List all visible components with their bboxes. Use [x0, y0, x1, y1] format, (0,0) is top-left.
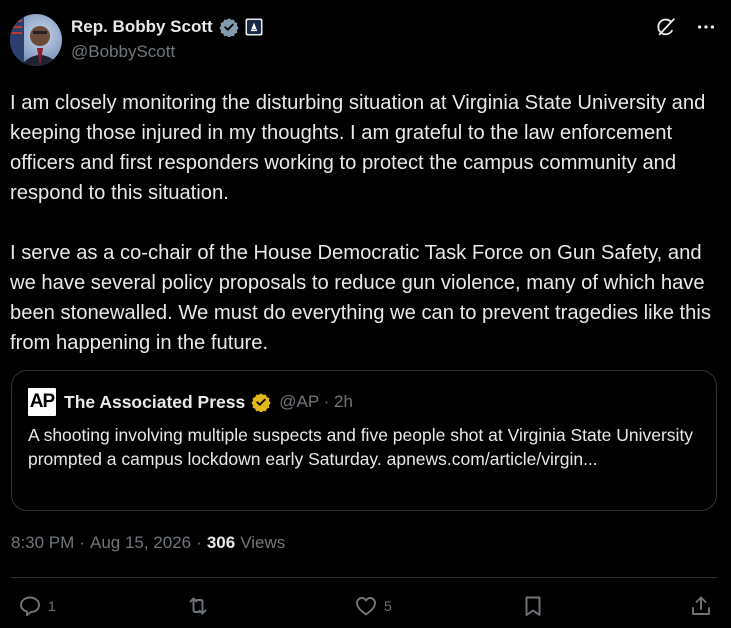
meta-separator: · — [196, 533, 202, 552]
grok-icon[interactable] — [655, 16, 677, 38]
reply-button[interactable]: 1 — [18, 594, 56, 618]
government-seal-badge-icon — [245, 18, 263, 36]
avatar[interactable] — [10, 14, 62, 66]
quote-author-name[interactable]: The Associated Press — [64, 392, 245, 413]
quote-text: A shooting involving multiple suspects a… — [28, 425, 694, 469]
divider — [11, 577, 717, 578]
top-actions — [655, 16, 717, 38]
bookmark-button[interactable] — [521, 594, 545, 618]
tweet-time[interactable]: 8:30 PM — [11, 533, 74, 553]
gray-check-badge-icon — [219, 17, 239, 37]
like-count: 5 — [384, 598, 392, 614]
more-horizontal-icon[interactable] — [695, 16, 717, 38]
like-button[interactable]: 5 — [354, 594, 392, 618]
views-count: 306 — [206, 533, 236, 552]
bookmark-icon — [525, 596, 541, 616]
gold-check-badge-icon — [251, 392, 271, 412]
share-button[interactable] — [689, 594, 713, 618]
views-label: Views — [240, 533, 286, 552]
tweet-meta: 8:30 PM · Aug 15, 2026 · 306 Views — [11, 533, 285, 553]
reply-icon — [20, 596, 40, 616]
quote-header: AP The Associated Press @AP · 2h — [28, 388, 353, 416]
ap-logo[interactable]: AP — [28, 388, 56, 416]
author-handle[interactable]: @BobbyScott — [71, 42, 175, 62]
repost-icon — [189, 597, 207, 615]
avatar-image — [10, 14, 60, 66]
meta-separator: · — [79, 533, 85, 552]
action-bar: 1 5 — [0, 594, 731, 622]
quote-handle-time[interactable]: @AP · 2h — [279, 392, 353, 412]
heart-icon — [356, 597, 376, 616]
quote-tweet-card[interactable]: AP The Associated Press @AP · 2h A shoot… — [11, 370, 717, 511]
share-icon — [692, 596, 710, 615]
author-name-row: Rep. Bobby Scott — [71, 16, 263, 38]
reply-count: 1 — [48, 598, 56, 614]
tweet-date[interactable]: Aug 15, 2026 — [90, 533, 191, 553]
repost-button[interactable] — [186, 594, 216, 618]
tweet-text: I am closely monitoring the disturbing s… — [10, 92, 711, 354]
author-display-name[interactable]: Rep. Bobby Scott — [71, 17, 213, 37]
